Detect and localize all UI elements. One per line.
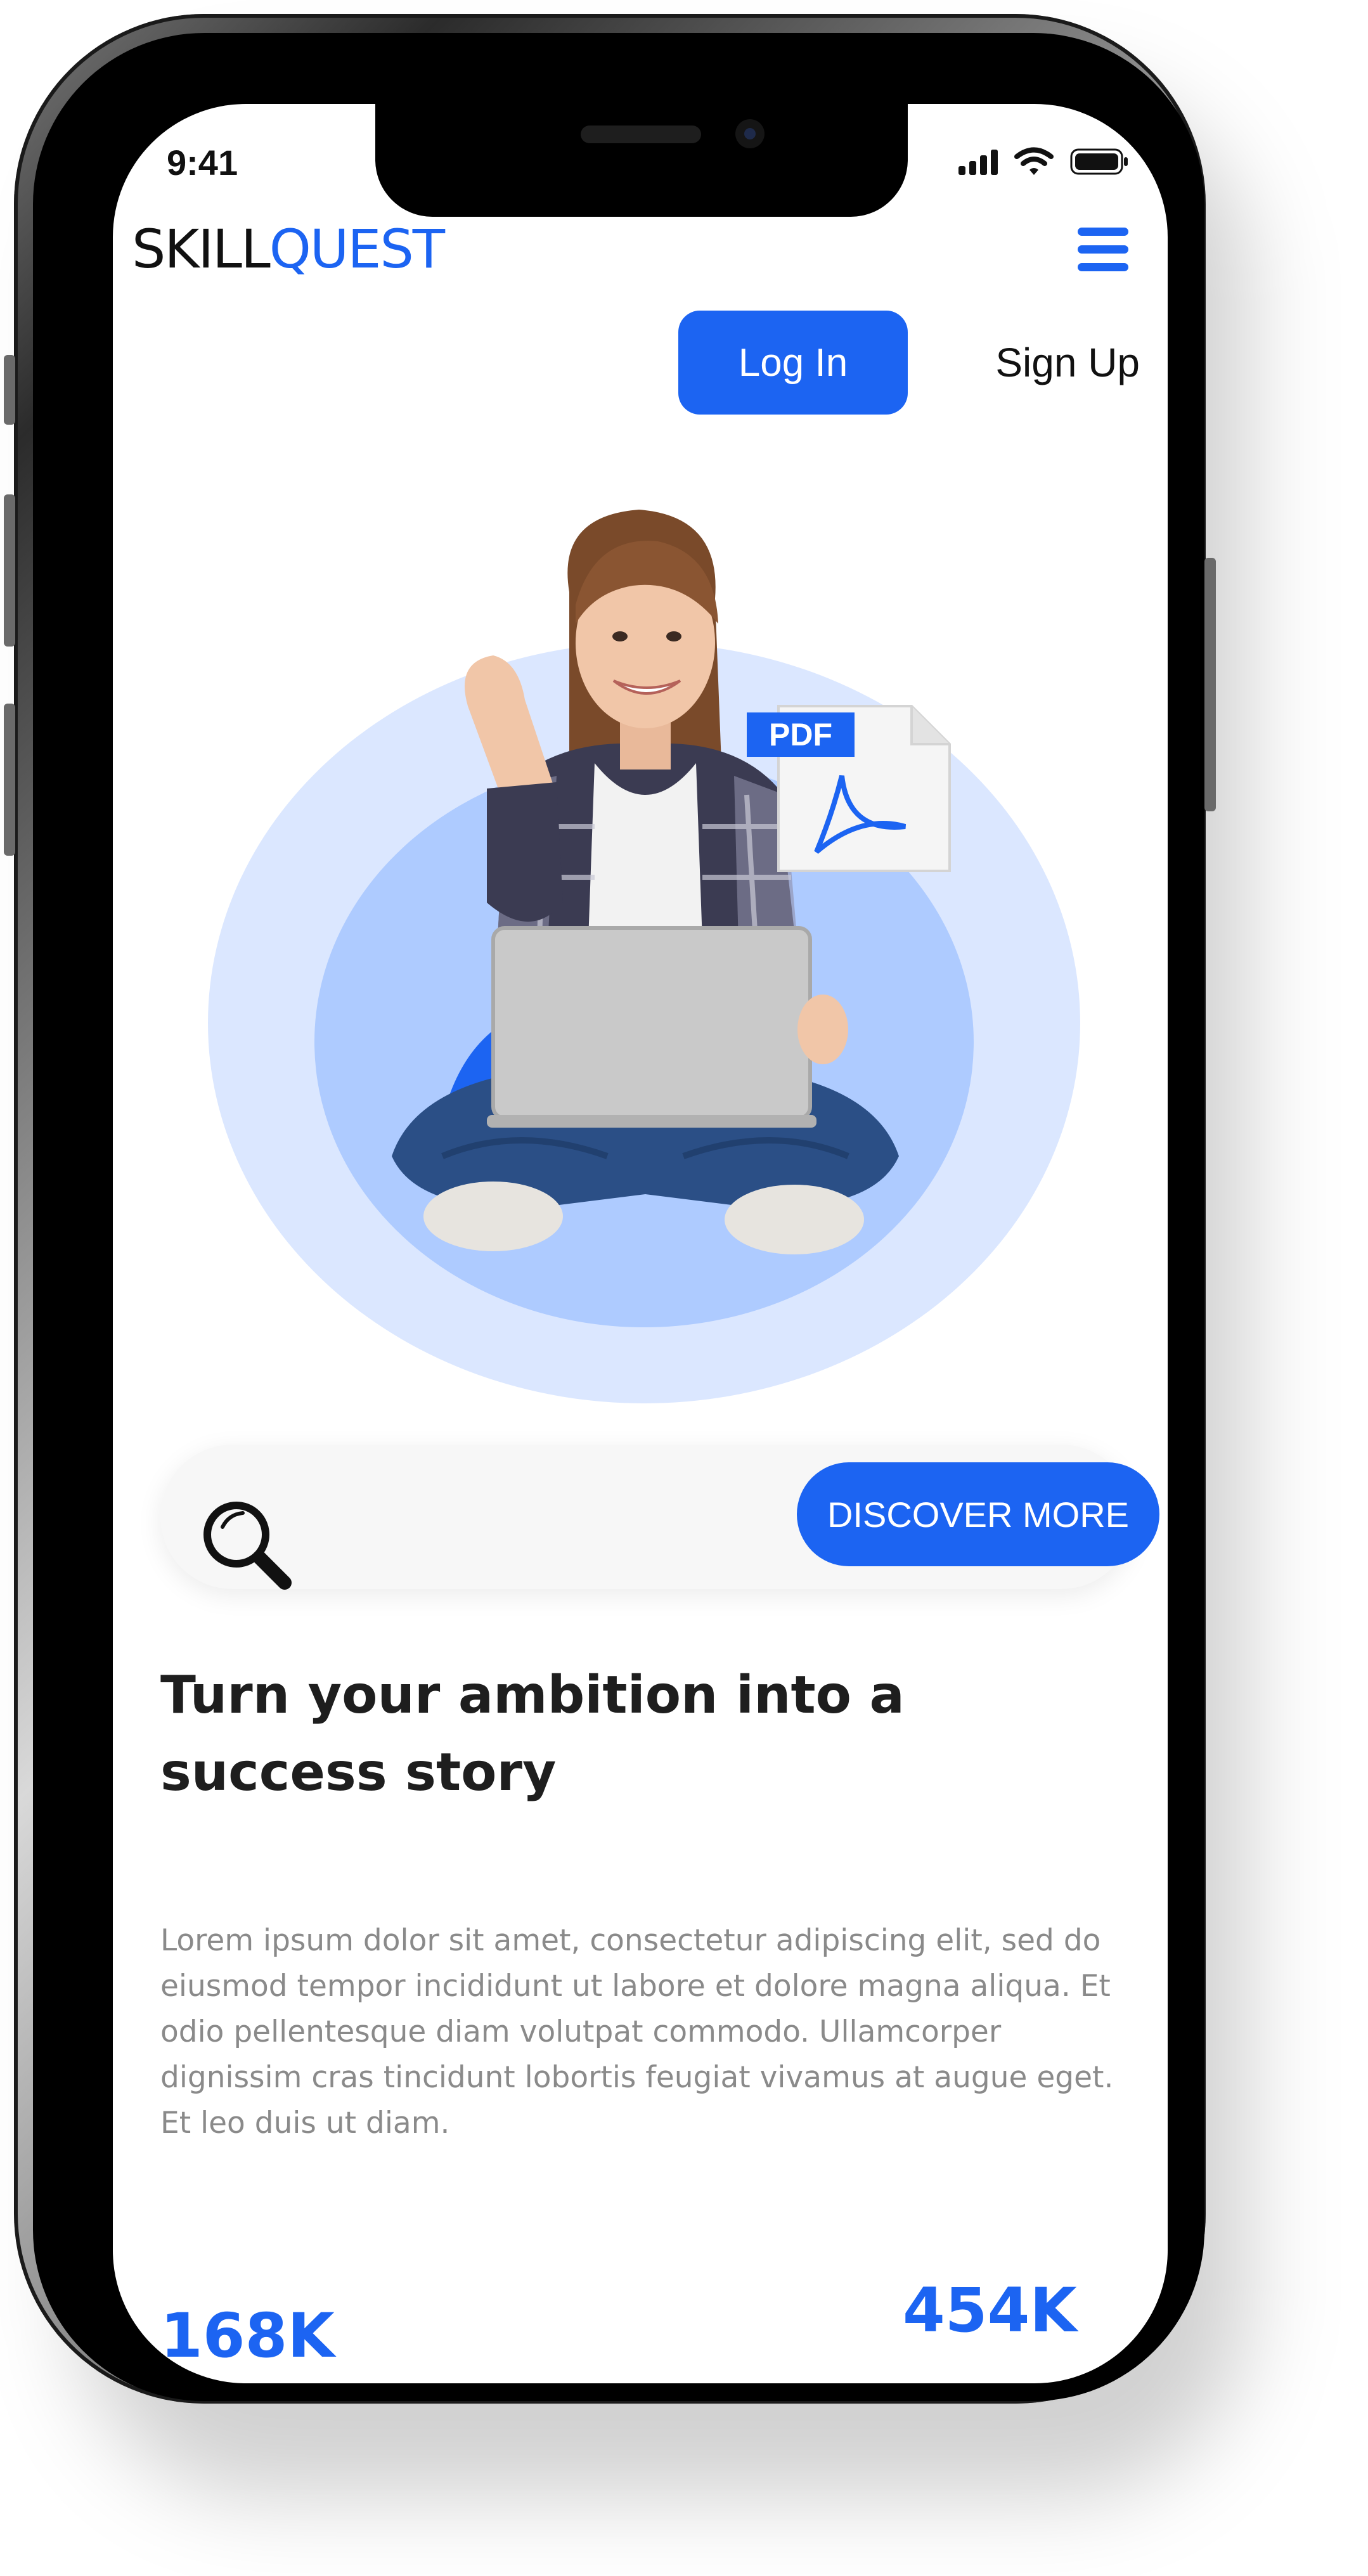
side-button xyxy=(1204,558,1216,811)
phone-bezel: 9:41 SKILLQUEST Log In Sign Up PDF DISCO… xyxy=(33,33,1204,2401)
headline-line-1: Turn your ambition into a xyxy=(160,1665,905,1725)
battery-icon xyxy=(1070,148,1128,175)
status-time: 9:41 xyxy=(167,143,238,183)
laptop xyxy=(491,926,812,1120)
cellular-signal-icon xyxy=(958,148,998,175)
search-icon[interactable] xyxy=(197,1495,292,1590)
notch xyxy=(375,104,908,217)
phone-screen: 9:41 SKILLQUEST Log In Sign Up PDF DISCO… xyxy=(113,104,1168,2383)
headline-line-2: success story xyxy=(160,1742,557,1803)
mockup-scene: 9:41 SKILLQUEST Log In Sign Up PDF DISCO… xyxy=(0,0,1368,2576)
login-button[interactable]: Log In xyxy=(678,311,908,415)
body-paragraph: Lorem ipsum dolor sit amet, consectetur … xyxy=(160,1923,1114,2141)
stat-value-2: 454K xyxy=(903,2275,1077,2346)
speaker-grille xyxy=(581,126,701,143)
side-button xyxy=(4,355,15,425)
logo-text-skill: SKILL xyxy=(132,218,271,280)
hamburger-menu-icon[interactable] xyxy=(1078,228,1128,272)
search-bar[interactable]: DISCOVER MORE xyxy=(160,1445,1159,1590)
stat-value-1: 168K xyxy=(160,2300,335,2371)
hero-image: PDF xyxy=(208,510,1080,1403)
app-logo[interactable]: SKILLQUEST xyxy=(132,218,445,280)
pdf-badge-label: PDF xyxy=(769,717,832,752)
hero-illustration: PDF xyxy=(113,497,1168,1416)
discover-more-button[interactable]: DISCOVER MORE xyxy=(797,1462,1159,1566)
side-button xyxy=(4,704,15,856)
front-camera xyxy=(735,119,765,148)
side-button xyxy=(4,494,15,647)
status-icons xyxy=(958,147,1128,175)
wifi-icon xyxy=(1014,147,1054,175)
logo-text-quest: QUEST xyxy=(269,218,445,280)
page-headline: Turn your ambition into a success story xyxy=(160,1657,984,1812)
signup-button[interactable]: Sign Up xyxy=(981,311,1140,415)
